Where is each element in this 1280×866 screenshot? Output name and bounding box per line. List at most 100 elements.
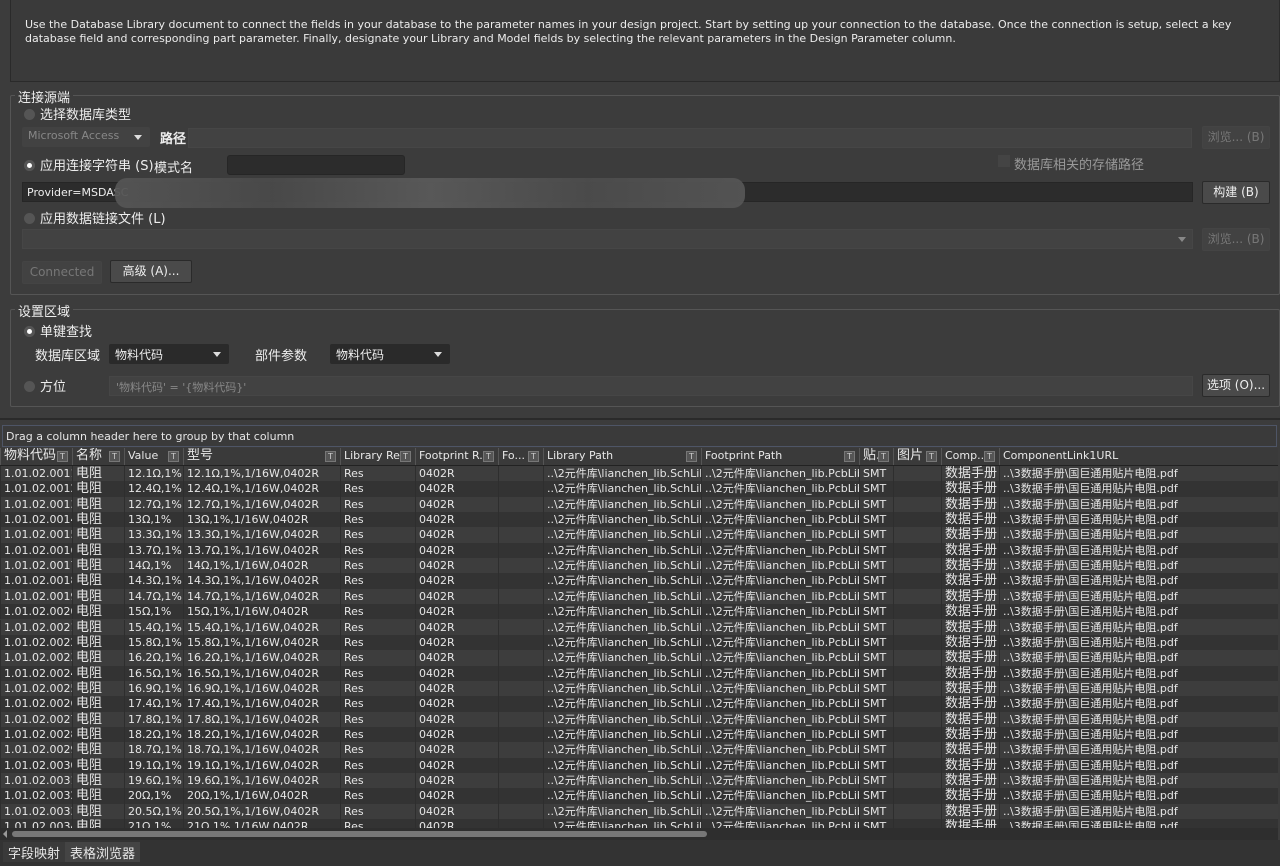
table-row[interactable]: 1.01.02.0021 电阻 15.4Ω,1% 15.4Ω,1%,1/16W,040… xyxy=(0,619,1278,635)
horizontal-scrollbar[interactable] xyxy=(0,828,1278,840)
single-key-radio[interactable]: 单键查找 xyxy=(24,321,92,340)
filter-icon[interactable]: T xyxy=(686,451,697,462)
table-cell: 0402R xyxy=(415,512,498,528)
table-row[interactable]: 1.01.02.0028 电阻 18.2Ω,1% 18.2Ω,1%,1/16W,040… xyxy=(0,726,1278,743)
connected-button[interactable]: Connected xyxy=(22,261,102,284)
table-cell: 0402R xyxy=(415,573,498,589)
schema-input[interactable] xyxy=(227,155,405,175)
conn-string-radio[interactable]: 应用连接字符串 (S) xyxy=(24,155,154,174)
options-button[interactable]: 选项 (O)... xyxy=(1202,374,1270,397)
table-row[interactable]: 1.01.02.0016 电阻 13.7Ω,1% 13.7Ω,1%,1/16W,040… xyxy=(0,542,1278,559)
column-header[interactable]: 贴. T xyxy=(859,448,893,465)
table-cell: 0402R xyxy=(415,542,498,559)
browse-button-2[interactable]: 浏览... (B) xyxy=(1202,228,1270,251)
table-row[interactable]: 1.01.02.0014 电阻 13Ω,1% 13Ω,1%,1/16W,0402R Re… xyxy=(0,512,1278,528)
column-header[interactable]: Value T xyxy=(124,448,183,465)
column-header[interactable]: Comp... T xyxy=(941,448,999,465)
table-row[interactable]: 1.01.02.0022 电阻 15.8Ω,1% 15.8Ω,1%,1/16W,040… xyxy=(0,634,1278,651)
filter-icon[interactable]: T xyxy=(844,451,855,462)
table-cell: 19.1Ω,1% xyxy=(124,757,183,773)
filter-icon[interactable]: T xyxy=(984,451,995,462)
tab-field-mapping[interactable]: 字段映射 xyxy=(3,842,66,862)
table-cell xyxy=(498,604,543,620)
where-radio[interactable]: 方位 xyxy=(24,376,66,395)
db-type-select[interactable]: Microsoft Access xyxy=(22,127,150,147)
filter-icon[interactable]: T xyxy=(325,451,336,462)
table-cell: ..\2元件库\lianchen_lib.SchLib xyxy=(543,726,701,743)
table-row[interactable]: 1.01.02.0031 电阻 19.6Ω,1% 19.6Ω,1%,1/16W,040… xyxy=(0,773,1278,789)
path-input[interactable] xyxy=(188,128,1192,148)
table-cell: Res xyxy=(340,466,415,482)
db-field-select[interactable]: 物料代码 xyxy=(109,344,229,364)
table-cell: 1.01.02.0017 xyxy=(0,558,72,574)
part-param-select[interactable]: 物料代码 xyxy=(330,344,450,364)
column-header[interactable]: 名称 T xyxy=(72,448,124,465)
table-cell xyxy=(498,542,543,559)
table-cell: 数据手册 xyxy=(941,680,999,697)
filter-icon[interactable]: T xyxy=(483,451,494,462)
table-cell: 数据手册 xyxy=(941,619,999,635)
table-cell: ..\2元件库\lianchen_lib.SchLib xyxy=(543,527,701,543)
table-row[interactable]: 1.01.02.0015 电阻 13.3Ω,1% 13.3Ω,1%,1/16W,040… xyxy=(0,527,1278,543)
table-cell: 0402R xyxy=(415,696,498,712)
link-file-select[interactable] xyxy=(22,229,1193,249)
table-cell: 0402R xyxy=(415,650,498,666)
table-row[interactable]: 1.01.02.0018 电阻 14.3Ω,1% 14.3Ω,1%,1/16W,040… xyxy=(0,573,1278,589)
bottom-tabs: 字段映射 表格浏览器 xyxy=(0,840,1280,866)
table-row[interactable]: 1.01.02.0012 电阻 12.4Ω,1% 12.4Ω,1%,1/16W,040… xyxy=(0,481,1278,497)
table-cell: 12.7Ω,1%,1/16W,0402R xyxy=(183,496,340,513)
scrollbar-thumb[interactable] xyxy=(12,831,707,837)
table-cell: 1.01.02.0012 xyxy=(0,481,72,497)
table-row[interactable]: 1.01.02.0026 电阻 17.4Ω,1% 17.4Ω,1%,1/16W,040… xyxy=(0,696,1278,712)
table-cell: ..\2元件库\lianchen_lib.PcbLib xyxy=(701,619,859,635)
table-row[interactable]: 1.01.02.0027 电阻 17.8Ω,1% 17.8Ω,1%,1/16W,040… xyxy=(0,711,1278,727)
db-type-radio[interactable]: 选择数据库类型 xyxy=(24,104,131,123)
table-cell: 19.6Ω,1%,1/16W,0402R xyxy=(183,773,340,789)
filter-icon[interactable]: T xyxy=(109,451,120,462)
column-header[interactable]: Footprint R... T xyxy=(415,448,498,465)
table-cell: 0402R xyxy=(415,588,498,605)
link-file-radio[interactable]: 应用数据链接文件 (L) xyxy=(24,208,166,227)
table-row[interactable]: 1.01.02.0033 电阻 20.5Ω,1% 20.5Ω,1%,1/16W,040… xyxy=(0,803,1278,820)
table-cell: 14.3Ω,1% xyxy=(124,573,183,589)
filter-icon[interactable]: T xyxy=(878,451,889,462)
table-row[interactable]: 1.01.02.0024 电阻 16.5Ω,1% 16.5Ω,1%,1/16W,040… xyxy=(0,665,1278,681)
table-cell: 15Ω,1%,1/16W,0402R xyxy=(183,604,340,620)
filter-icon[interactable]: T xyxy=(168,451,179,462)
table-row[interactable]: 1.01.02.0017 电阻 14Ω,1% 14Ω,1%,1/16W,0402R Re… xyxy=(0,558,1278,574)
filter-icon[interactable]: T xyxy=(926,451,937,462)
table-row[interactable]: 1.01.02.0023 电阻 16.2Ω,1% 16.2Ω,1%,1/16W,040… xyxy=(0,650,1278,666)
relative-path-checkbox[interactable] xyxy=(998,155,1010,167)
filter-icon[interactable]: T xyxy=(400,451,411,462)
table-cell: 数据手册 xyxy=(941,481,999,497)
column-header[interactable]: Fo... T xyxy=(498,448,543,465)
table-cell: 数据手册 xyxy=(941,466,999,482)
column-header[interactable]: Library Ref T xyxy=(340,448,415,465)
column-header[interactable]: Footprint Path T xyxy=(701,448,859,465)
tab-table-browser[interactable]: 表格浏览器 xyxy=(65,842,141,862)
table-row[interactable]: 1.01.02.0020 电阻 15Ω,1% 15Ω,1%,1/16W,0402R Re… xyxy=(0,604,1278,620)
table-row[interactable]: 1.01.02.0032 电阻 20Ω,1% 20Ω,1%,1/16W,0402R Re… xyxy=(0,788,1278,804)
table-row[interactable]: 1.01.02.0019 电阻 14.7Ω,1% 14.7Ω,1%,1/16W,040… xyxy=(0,588,1278,605)
column-header[interactable]: 图片 T xyxy=(893,448,941,465)
column-header[interactable]: ComponentLink1URL xyxy=(999,448,1276,465)
build-button[interactable]: 构建 (B) xyxy=(1202,181,1270,204)
scroll-left-icon[interactable] xyxy=(3,830,7,838)
where-input[interactable]: '物料代码' = '{物料代码}' xyxy=(109,376,1193,396)
browse-button-1[interactable]: 浏览... (B) xyxy=(1202,126,1270,149)
column-header[interactable]: 物料代码 T xyxy=(0,448,72,465)
table-row[interactable]: 1.01.02.0030 电阻 19.1Ω,1% 19.1Ω,1%,1/16W,040… xyxy=(0,757,1278,773)
table-row[interactable]: 1.01.02.0013 电阻 12.7Ω,1% 12.7Ω,1%,1/16W,040… xyxy=(0,496,1278,513)
advanced-button[interactable]: 高级 (A)... xyxy=(110,260,192,283)
filter-icon[interactable]: T xyxy=(57,451,68,462)
column-header[interactable]: 型号 T xyxy=(183,448,340,465)
table-row[interactable]: 1.01.02.0011 电阻 12.1Ω,1% 12.1Ω,1%,1/16W,040… xyxy=(0,466,1278,482)
table-cell: 1.01.02.0013 xyxy=(0,496,72,513)
filter-icon[interactable]: T xyxy=(528,451,539,462)
table-cell: 0402R xyxy=(415,803,498,820)
column-header[interactable]: Library Path T xyxy=(543,448,701,465)
table-row[interactable]: 1.01.02.0025 电阻 16.9Ω,1% 16.9Ω,1%,1/16W,040… xyxy=(0,680,1278,697)
group-by-area[interactable]: Drag a column header here to group by th… xyxy=(2,425,1277,447)
table-cell: SMT xyxy=(859,773,893,789)
table-row[interactable]: 1.01.02.0029 电阻 18.7Ω,1% 18.7Ω,1%,1/16W,040… xyxy=(0,742,1278,758)
